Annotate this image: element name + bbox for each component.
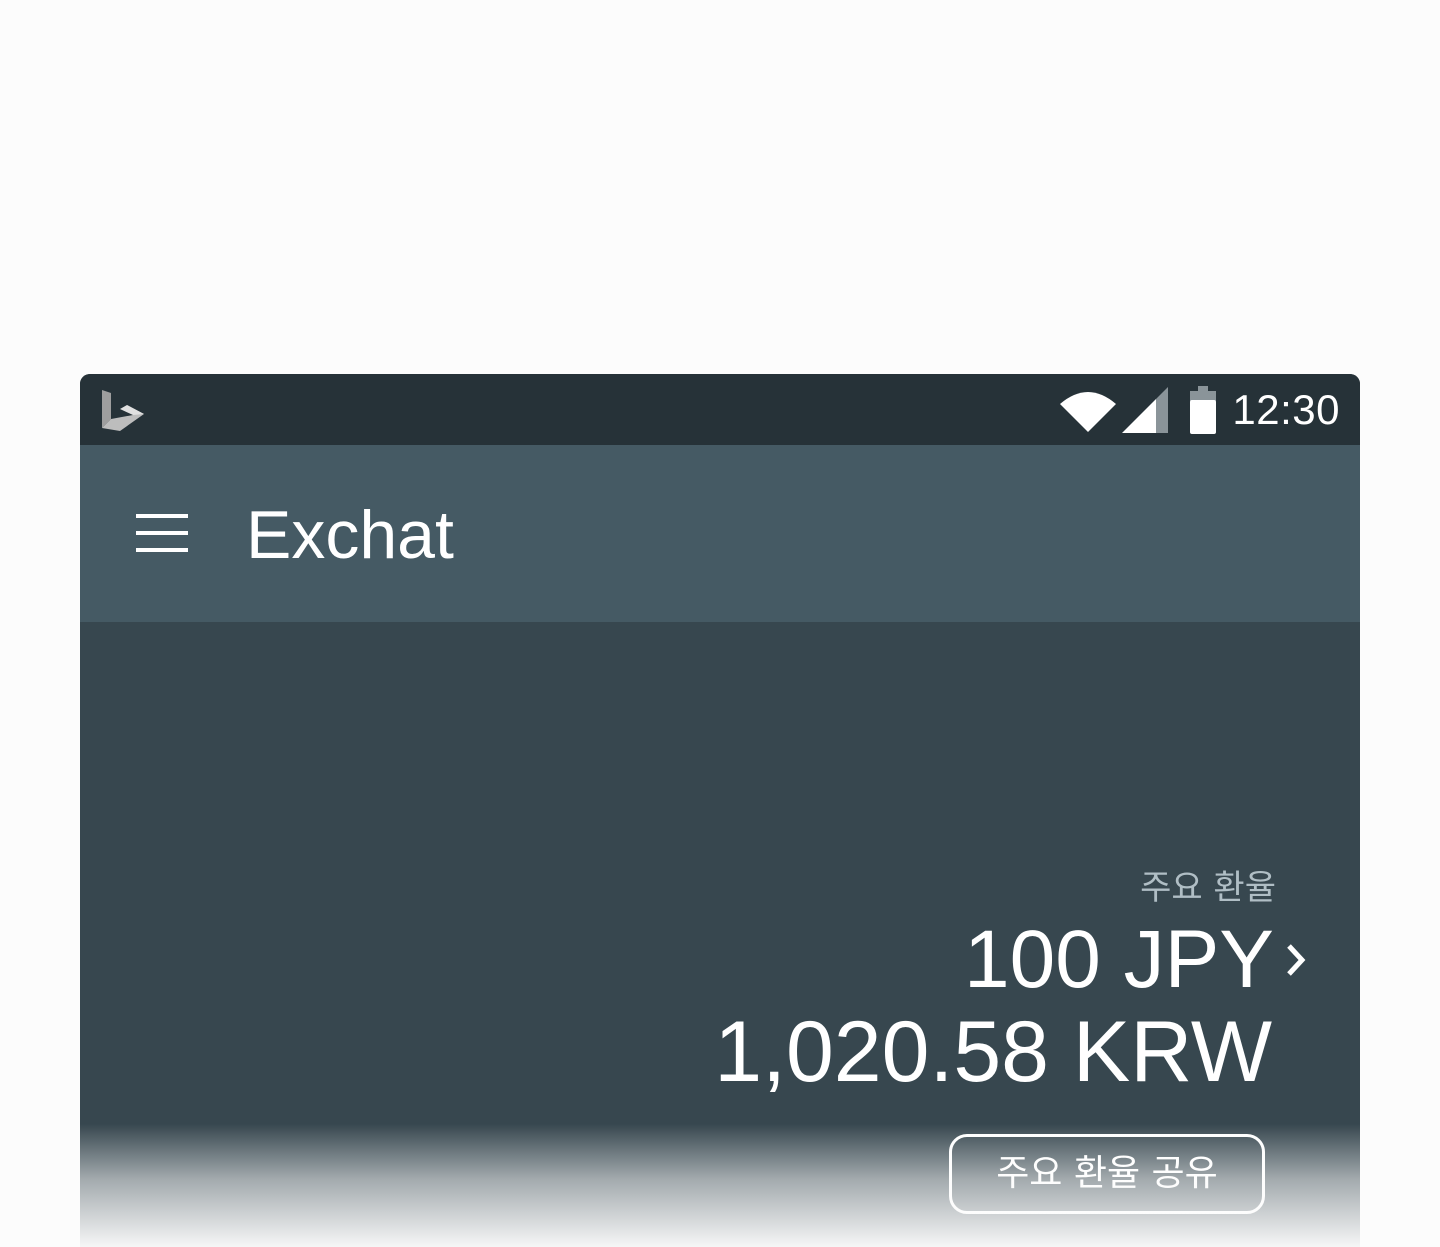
battery-icon [1190,385,1217,434]
rate-label: 주요 환율 [1140,868,1276,908]
phone-screen: 12:30 Exchat 주요 환율 100 JPY 1,020.58 KRW … [80,374,1360,1247]
rate-from-link[interactable]: 100 JPY [964,912,1308,1008]
rate-from-amount: 100 JPY [964,914,1274,1005]
share-rate-button[interactable]: 주요 환율 공유 [949,1134,1265,1214]
wifi-icon [1060,391,1117,432]
status-time: 12:30 [1232,385,1340,433]
app-toolbar: Exchat [80,445,1360,622]
exchange-rate-card: 주요 환율 100 JPY 1,020.58 KRW 주요 환율 공유 [80,622,1360,1247]
hamburger-menu-icon[interactable] [136,514,188,552]
rate-to-amount: 1,020.58 KRW [714,1004,1272,1100]
status-bar: 12:30 [80,374,1360,445]
chevron-right-icon [1287,944,1306,976]
status-icons: 12:30 [1060,374,1340,445]
bing-logo-icon [102,390,144,431]
cell-signal-icon [1122,386,1169,433]
app-title: Exchat [246,497,454,573]
